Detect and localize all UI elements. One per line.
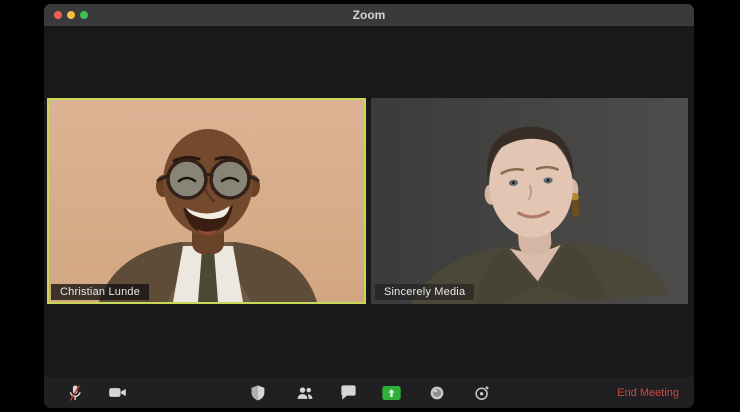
video-tile-sincerely-media[interactable]: Sincerely Media — [371, 98, 688, 304]
security-shield-icon — [251, 385, 265, 400]
record-icon — [430, 386, 444, 399]
chat-button[interactable] — [335, 380, 361, 405]
title-bar: Zoom — [44, 4, 694, 26]
microphone-muted-icon — [69, 384, 81, 401]
participant-name-tag: Sincerely Media — [375, 284, 475, 300]
video-grid: Christian Lunde Sincerely Media — [47, 98, 688, 304]
timer-button[interactable] — [469, 380, 495, 405]
participants-button[interactable] — [292, 380, 318, 405]
video-tile-christian-lunde[interactable]: Christian Lunde — [47, 98, 366, 304]
share-screen-icon — [381, 385, 401, 400]
zoom-window: Zoom Christian Lunde Sincerely Media End… — [44, 4, 694, 408]
record-button[interactable] — [424, 380, 450, 405]
video-camera-icon — [108, 388, 126, 397]
start-video-button[interactable] — [104, 380, 130, 405]
desktop-background: Zoom Christian Lunde Sincerely Media End… — [0, 0, 740, 412]
security-button[interactable] — [245, 380, 271, 405]
end-meeting-button[interactable]: End Meeting — [611, 377, 685, 408]
share-screen-button[interactable] — [378, 380, 404, 405]
participant-video-man — [49, 100, 364, 302]
participants-icon — [297, 386, 313, 399]
stopwatch-icon — [475, 385, 489, 400]
participant-name-tag: Christian Lunde — [51, 284, 150, 300]
meeting-toolbar: End Meeting — [44, 377, 694, 408]
chat-bubble-icon — [340, 385, 356, 400]
window-title: Zoom — [352, 8, 386, 22]
participant-video-woman — [371, 98, 688, 304]
mute-button[interactable] — [62, 380, 88, 405]
